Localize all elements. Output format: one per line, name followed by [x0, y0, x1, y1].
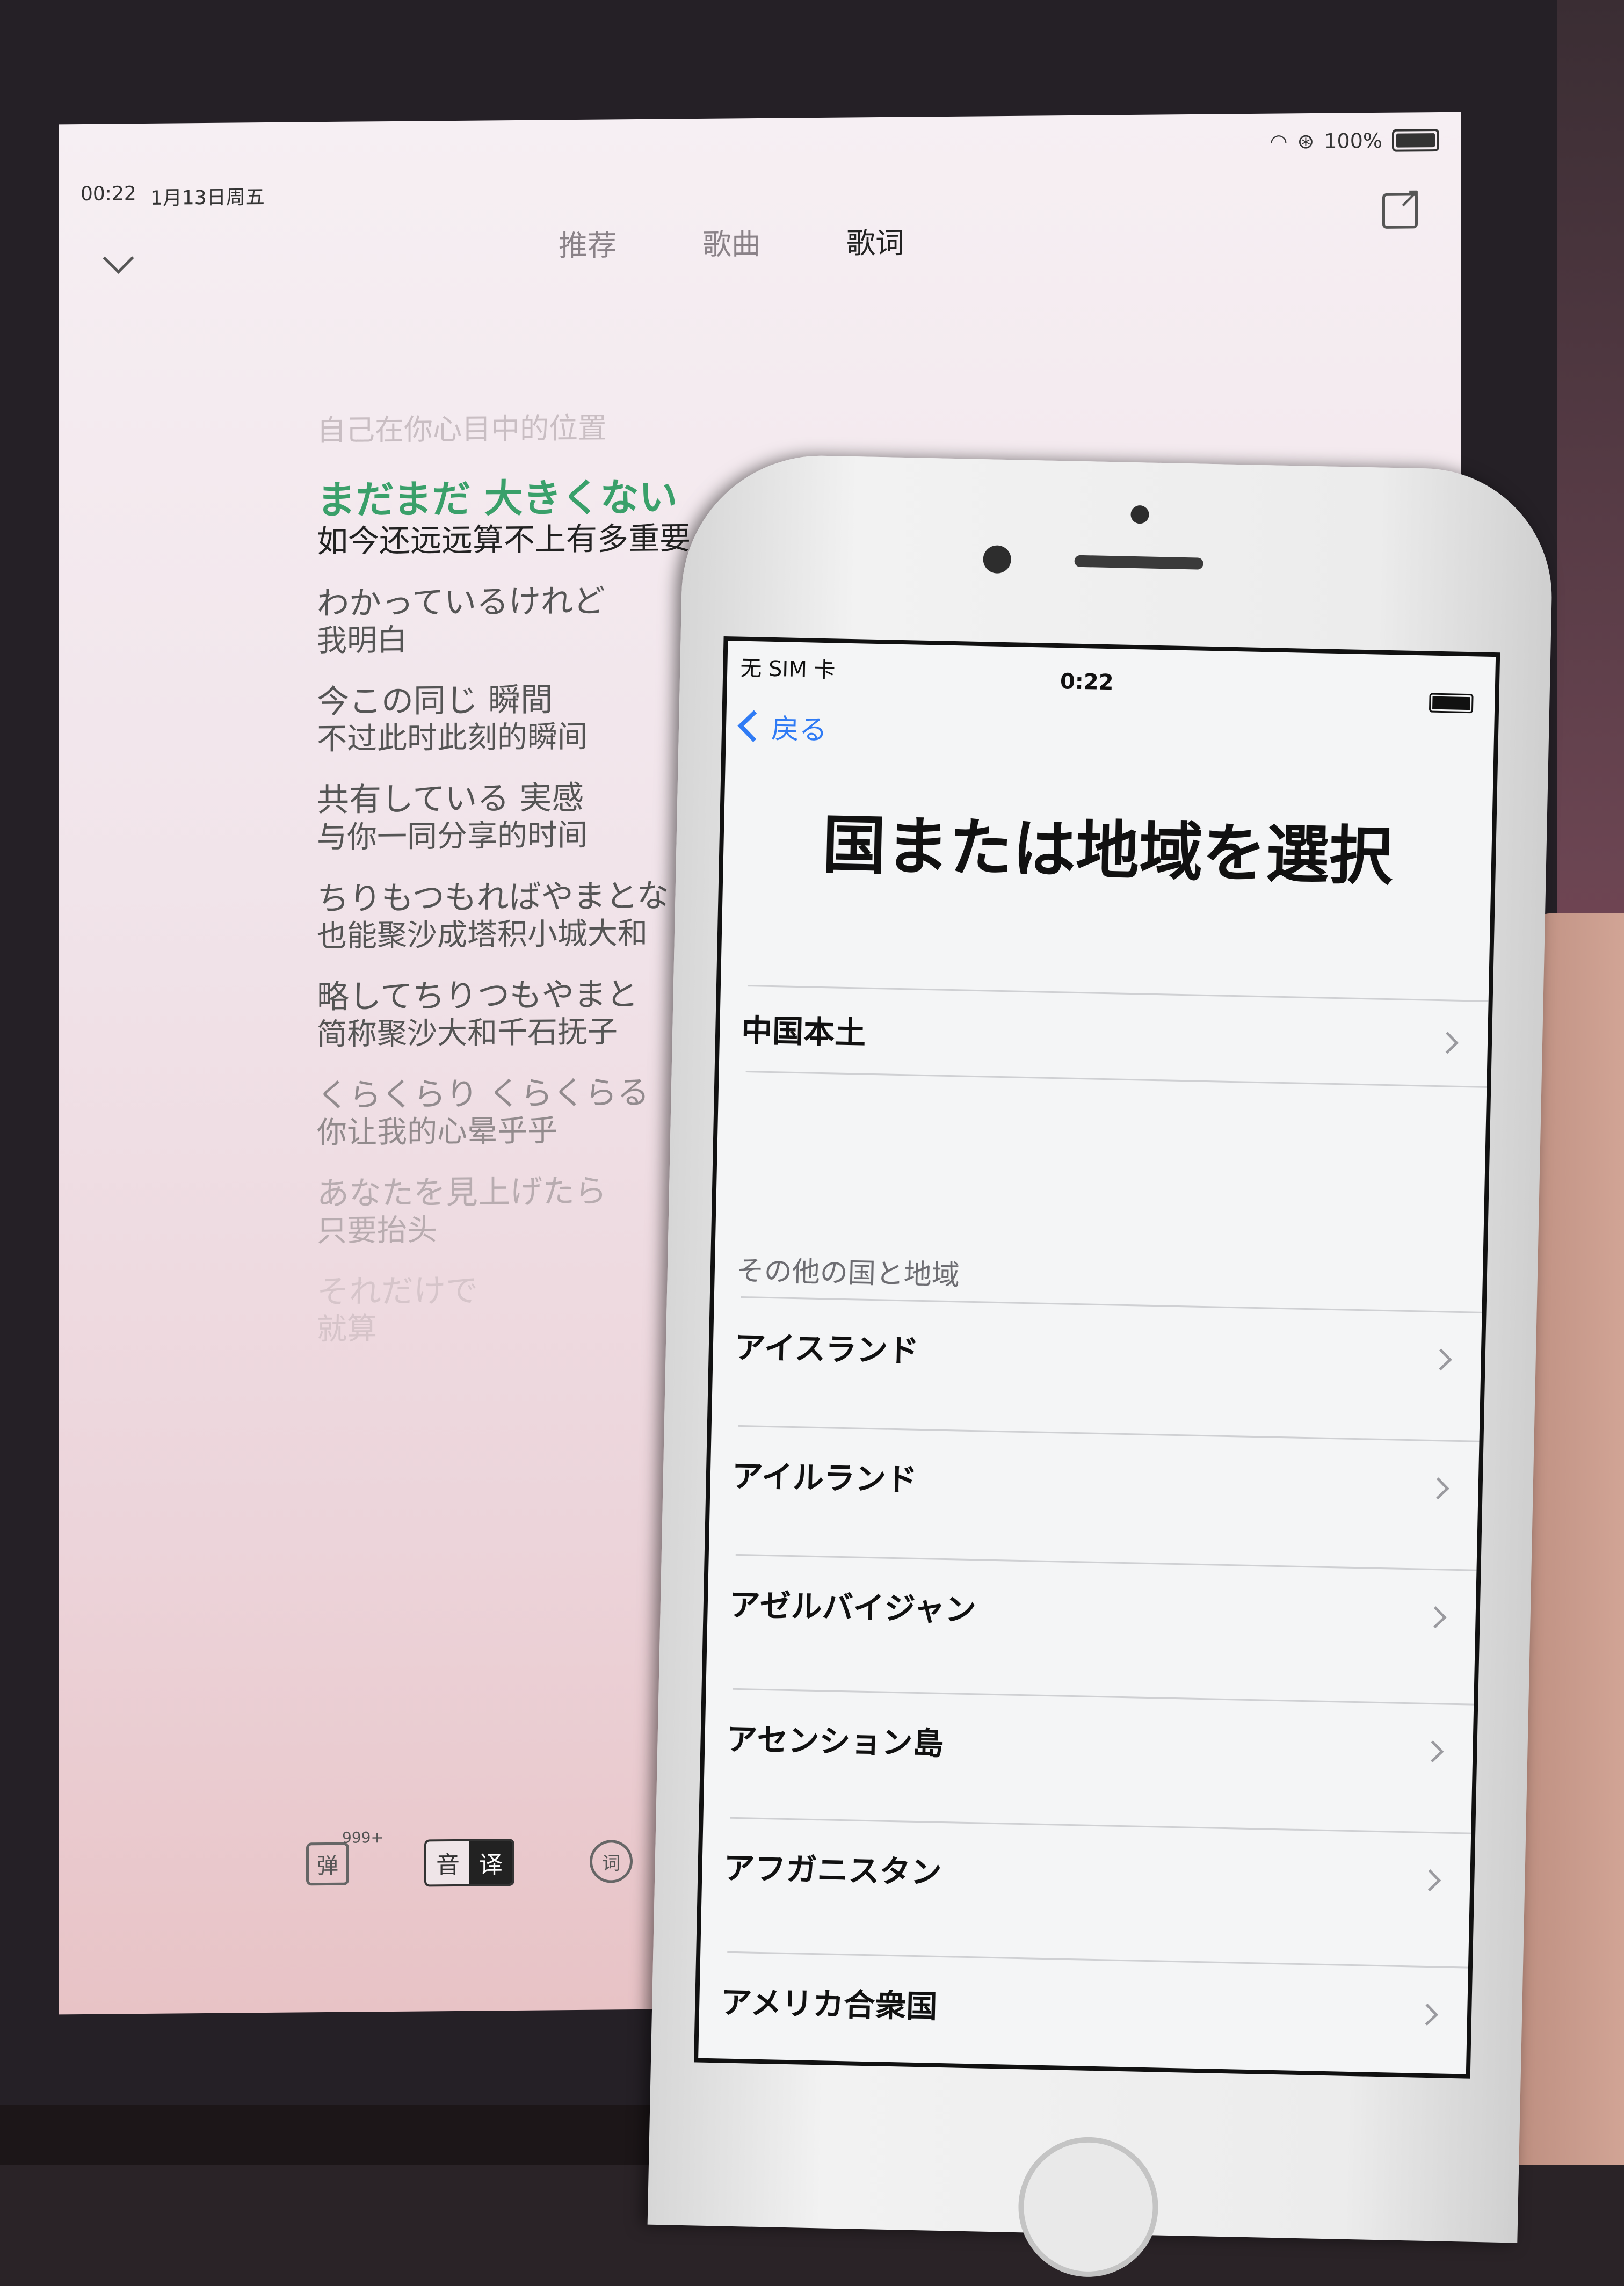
divider: [733, 1688, 1474, 1706]
region-label: アゼルバイジャン: [729, 1586, 977, 1629]
iphone-screen: 无 SIM 卡 0:22 戻る 国または地域を選択 中国本土 その他の国と地域 …: [693, 636, 1500, 2079]
iphone-status-time: 0:22: [1060, 669, 1114, 695]
divider: [738, 1425, 1480, 1442]
rotation-lock-icon: ⊛: [1297, 129, 1315, 154]
divider: [730, 1817, 1471, 1834]
region-label: アセンション島: [726, 1721, 945, 1762]
translation-option[interactable]: 译: [469, 1841, 512, 1884]
back-label: 戻る: [771, 713, 828, 747]
chevron-right-icon: [1430, 1348, 1452, 1370]
front-camera: [983, 545, 1012, 574]
earpiece-speaker: [1074, 555, 1204, 570]
danmaku-label: 弹: [317, 1853, 338, 1879]
region-row[interactable]: アメリカ合衆国: [720, 1967, 1446, 2046]
danmaku-button[interactable]: 弹 999+: [306, 1828, 383, 1886]
chevron-right-icon: [1424, 1606, 1447, 1628]
lyrics-controls: 弹 999+ 音 译 词: [306, 1828, 633, 1888]
ipad-status-right: ◠ ⊛ 100%: [1270, 128, 1439, 154]
section-header: その他の国と地域: [736, 1254, 960, 1292]
tab-lyrics[interactable]: 歌词: [846, 219, 904, 262]
region-row[interactable]: アセンション島: [726, 1704, 1452, 1784]
region-label: アフガニスタン: [723, 1849, 943, 1891]
region-row[interactable]: アイルランド: [731, 1441, 1458, 1521]
back-chevron-icon: [737, 710, 770, 742]
region-label: アイルランド: [731, 1457, 918, 1498]
divider: [735, 1554, 1477, 1571]
share-icon[interactable]: [1382, 193, 1418, 229]
region-row-primary[interactable]: 中国本土: [741, 996, 1467, 1075]
proximity-sensor: [1130, 505, 1149, 524]
chevron-right-icon: [1427, 1477, 1449, 1499]
chevron-right-icon: [1422, 1740, 1444, 1762]
region-row[interactable]: アフガニスタン: [723, 1833, 1449, 1913]
battery-icon: [1429, 693, 1474, 714]
chevron-right-icon: [1416, 2003, 1439, 2026]
page-title: 国または地域を選択: [822, 807, 1394, 894]
tab-recommend[interactable]: 推荐: [559, 221, 617, 264]
ipad-status-date: 1月13日周五: [150, 186, 265, 209]
pronunciation-translation-toggle[interactable]: 音 译: [424, 1838, 514, 1887]
tab-bar: 推荐 歌曲 歌词: [559, 219, 904, 265]
divider: [727, 1951, 1469, 1969]
divider: [745, 1071, 1487, 1088]
danmaku-count: 999+: [342, 1828, 383, 1847]
collapse-chevron-icon[interactable]: [103, 242, 134, 274]
battery-percent: 100%: [1324, 128, 1382, 153]
word-button[interactable]: 词: [590, 1840, 633, 1883]
tab-songs[interactable]: 歌曲: [702, 220, 760, 263]
pronunciation-option[interactable]: 音: [426, 1841, 469, 1885]
region-label: アイスランド: [734, 1329, 919, 1369]
battery-icon: [1392, 128, 1439, 152]
chevron-right-icon: [1419, 1869, 1441, 1891]
region-row[interactable]: アゼルバイジャン: [729, 1570, 1455, 1650]
region-row[interactable]: アイスランド: [734, 1312, 1460, 1392]
wifi-icon: ◠: [1270, 129, 1288, 154]
chevron-right-icon: [1437, 1031, 1459, 1054]
divider: [741, 1296, 1482, 1313]
lyric-line-previous: 自己在你心目中的位置: [317, 411, 607, 448]
region-label: アメリカ合衆国: [720, 1984, 938, 2025]
ipad-status-time: 00:22: [81, 183, 136, 206]
back-button[interactable]: 戻る: [737, 706, 828, 748]
carrier-status: 无 SIM 卡: [740, 656, 836, 683]
home-button[interactable]: [1017, 2136, 1160, 2278]
region-label: 中国本土: [741, 1012, 866, 1051]
iphone-device: 无 SIM 卡 0:22 戻る 国または地域を選択 中国本土 その他の国と地域 …: [647, 453, 1555, 2278]
